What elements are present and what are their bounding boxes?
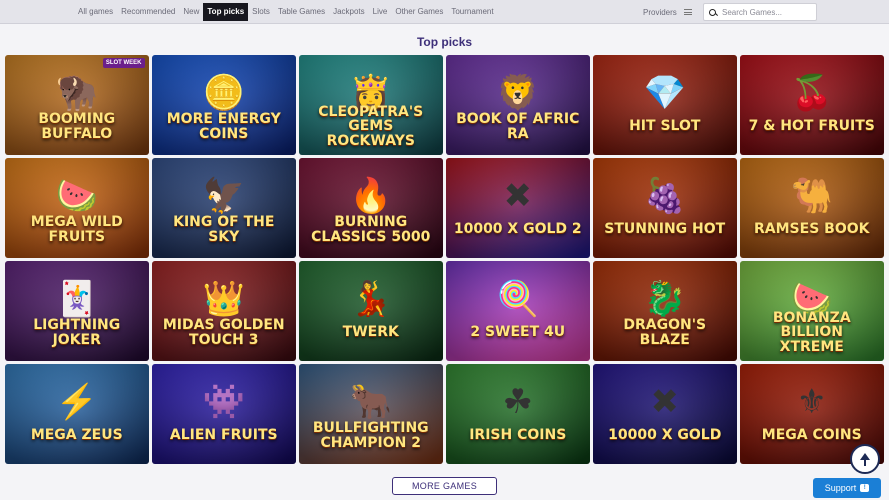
game-tile[interactable]: 🍇 Stunning Hot bbox=[593, 158, 737, 258]
game-title: Stunning Hot bbox=[604, 221, 726, 238]
game-tile[interactable]: 🔥 Burning Classics 5000 bbox=[299, 158, 443, 258]
scroll-to-top-button[interactable] bbox=[850, 444, 880, 474]
game-tile[interactable]: 🪙 More Energy Coins bbox=[152, 55, 296, 155]
game-title: 2 Sweet 4U bbox=[470, 324, 566, 341]
support-button[interactable]: Support ! bbox=[813, 478, 881, 498]
game-title: Alien Fruits bbox=[169, 427, 278, 444]
support-label: Support bbox=[824, 483, 857, 493]
game-title: 7 & Hot Fruits bbox=[748, 118, 875, 135]
game-art: ✖ bbox=[650, 382, 680, 421]
more-games-button[interactable]: MORE GAMES bbox=[392, 477, 497, 495]
nav-tab-all-games[interactable]: All games bbox=[74, 3, 117, 21]
nav-tab-other-games[interactable]: Other Games bbox=[391, 3, 447, 21]
game-tile[interactable]: ✖ 10000 X Gold bbox=[593, 364, 737, 464]
game-title: Bullfighting Champion 2 bbox=[312, 420, 429, 451]
game-art: 🦁 bbox=[496, 73, 539, 112]
game-title: More Energy Coins bbox=[166, 111, 281, 142]
games-grid: 🦬 Booming Buffalo SLOT WEEK 🪙 More Energy Co… bbox=[5, 55, 884, 464]
game-art: 🍭 bbox=[496, 279, 539, 318]
game-tile[interactable]: 💎 Hit Slot bbox=[593, 55, 737, 155]
game-art: 💎 bbox=[643, 73, 686, 112]
game-tile[interactable]: 💃 Twerk bbox=[299, 261, 443, 361]
game-title: Mega Wild Fruits bbox=[30, 214, 123, 245]
game-tile[interactable]: 🍭 2 Sweet 4U bbox=[446, 261, 590, 361]
game-art: 🍉 bbox=[55, 176, 98, 215]
game-art: ☘ bbox=[502, 382, 533, 421]
menu-icon bbox=[683, 9, 692, 15]
game-art: 🐂 bbox=[349, 382, 392, 421]
game-art: 🐫 bbox=[790, 176, 833, 215]
game-tile[interactable]: 🦁 Book of Afric Ra bbox=[446, 55, 590, 155]
nav-tab-tournament[interactable]: Tournament bbox=[447, 3, 497, 21]
game-art: ⚜ bbox=[796, 382, 827, 421]
game-tile[interactable]: 🃏 Lightning Joker bbox=[5, 261, 149, 361]
game-tile[interactable]: 🐉 Dragon's Blaze bbox=[593, 261, 737, 361]
game-tile[interactable]: 🍉 Bonanza Billion Xtreme bbox=[740, 261, 884, 361]
game-title: Hit Slot bbox=[629, 118, 701, 135]
game-tile[interactable]: ☘ Irish Coins bbox=[446, 364, 590, 464]
game-art: ✖ bbox=[503, 176, 533, 215]
game-art: 🔥 bbox=[349, 176, 392, 215]
game-tile[interactable]: ✖ 10000 X Gold 2 bbox=[446, 158, 590, 258]
game-title: Booming Buffalo bbox=[38, 111, 116, 142]
game-art: 🦬 bbox=[55, 73, 98, 112]
game-title: Book of Afric Ra bbox=[456, 111, 580, 142]
game-art: ⚡ bbox=[55, 382, 98, 421]
game-art: 🦅 bbox=[202, 176, 245, 215]
providers-filter[interactable]: Providers bbox=[643, 3, 692, 21]
game-art: 👾 bbox=[202, 382, 245, 421]
game-title: Ramses Book bbox=[754, 221, 870, 238]
game-title: Dragon's Blaze bbox=[623, 317, 707, 348]
game-title: Midas Golden Touch 3 bbox=[162, 317, 285, 348]
game-art: 👑 bbox=[202, 279, 245, 318]
search-input[interactable] bbox=[722, 7, 812, 17]
game-title: 10000 X Gold bbox=[608, 427, 722, 444]
game-title: Burning Classics 5000 bbox=[311, 214, 431, 245]
game-title: Mega Zeus bbox=[30, 427, 123, 444]
game-tile[interactable]: 👾 Alien Fruits bbox=[152, 364, 296, 464]
game-tile[interactable]: 🐂 Bullfighting Champion 2 bbox=[299, 364, 443, 464]
game-tile[interactable]: 👑 Midas Golden Touch 3 bbox=[152, 261, 296, 361]
game-tile[interactable]: 🍒 7 & Hot Fruits bbox=[740, 55, 884, 155]
game-art: 🪙 bbox=[202, 73, 245, 112]
game-tile[interactable]: 🦅 King of the Sky bbox=[152, 158, 296, 258]
game-art: 🍇 bbox=[643, 176, 686, 215]
game-title: King of the Sky bbox=[173, 214, 275, 245]
game-art: 🐉 bbox=[643, 279, 686, 318]
game-title: Twerk bbox=[342, 324, 399, 341]
game-art: 💃 bbox=[349, 279, 392, 318]
game-tile[interactable]: 🐫 Ramses Book bbox=[740, 158, 884, 258]
section-title: Top picks bbox=[416, 35, 473, 49]
nav-tab-recommended[interactable]: Recommended bbox=[117, 3, 179, 21]
game-title: Mega Coins bbox=[761, 427, 862, 444]
game-title: Bonanza Billion Xtreme bbox=[772, 309, 851, 356]
game-tile[interactable]: ⚡ Mega Zeus bbox=[5, 364, 149, 464]
game-title: Irish Coins bbox=[469, 427, 567, 444]
game-art: 🍒 bbox=[790, 73, 833, 112]
game-tile[interactable]: 👸 Cleopatra's Gems Rockways bbox=[299, 55, 443, 155]
game-tile[interactable]: 🦬 Booming Buffalo SLOT WEEK bbox=[5, 55, 149, 155]
search-icon bbox=[709, 8, 716, 16]
search-box[interactable] bbox=[703, 3, 817, 21]
game-art: 🃏 bbox=[55, 279, 98, 318]
nav-tab-top-picks[interactable]: Top picks bbox=[203, 3, 249, 21]
nav-tab-live[interactable]: Live bbox=[369, 3, 392, 21]
nav-tab-slots[interactable]: Slots bbox=[248, 3, 274, 21]
nav-tab-jackpots[interactable]: Jackpots bbox=[329, 3, 369, 21]
game-tile[interactable]: 🍉 Mega Wild Fruits bbox=[5, 158, 149, 258]
chat-icon: ! bbox=[860, 484, 870, 492]
providers-label: Providers bbox=[643, 7, 677, 17]
top-bar: All games Recommended New Top picks Slots Tab… bbox=[0, 0, 889, 24]
game-title: Cleopatra's Gems Rockways bbox=[318, 103, 424, 150]
nav-tab-table-games[interactable]: Table Games bbox=[274, 3, 329, 21]
arrow-up-icon bbox=[860, 453, 870, 466]
game-title: Lightning Joker bbox=[33, 317, 121, 348]
game-title: 10000 X Gold 2 bbox=[453, 221, 582, 238]
game-badge: SLOT WEEK bbox=[102, 58, 145, 68]
category-nav: All games Recommended New Top picks Slots Tab… bbox=[74, 3, 498, 21]
nav-tab-new[interactable]: New bbox=[179, 3, 203, 21]
